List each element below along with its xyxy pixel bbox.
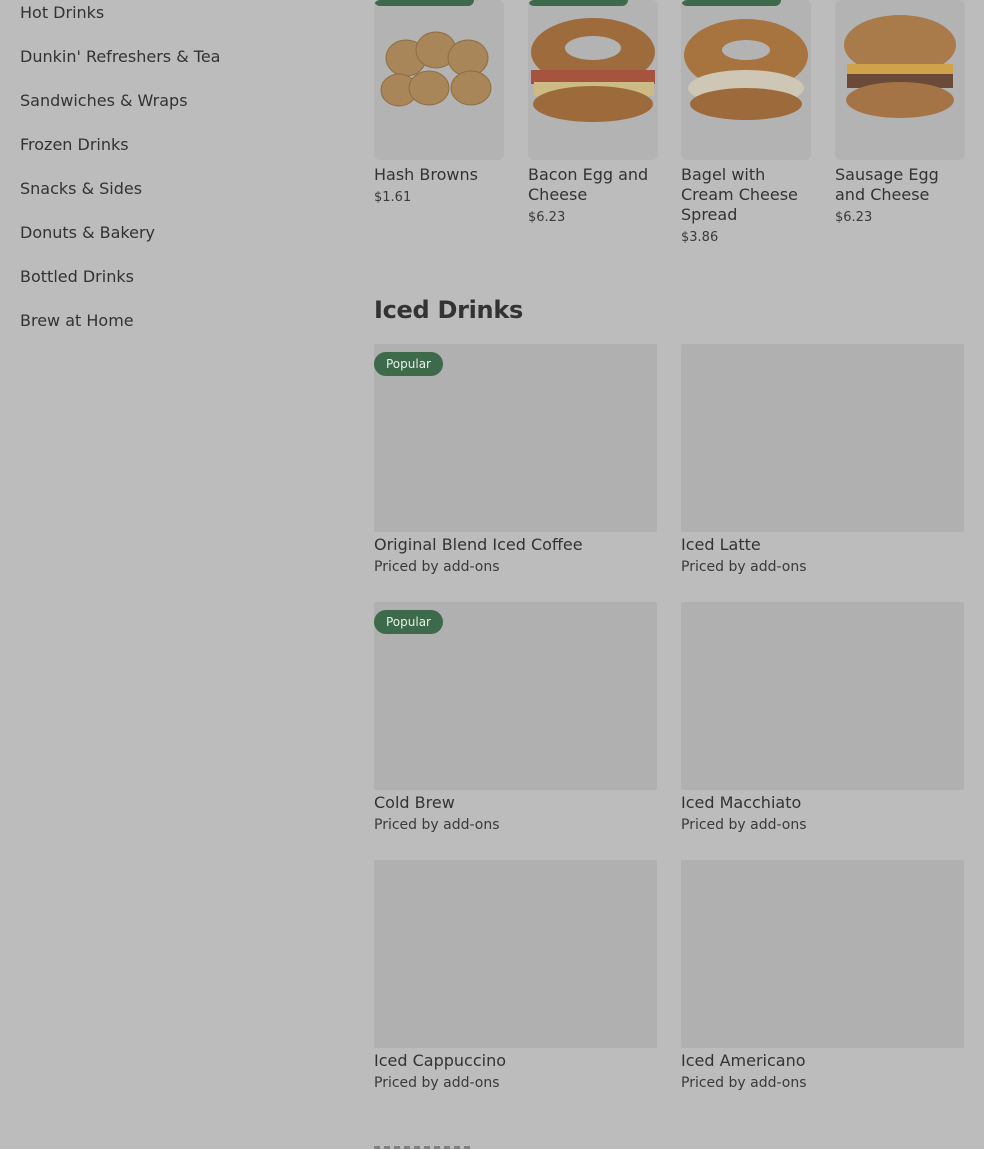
product-name: Hash Browns — [374, 165, 478, 184]
sidebar-item-bottled-drinks[interactable]: Bottled Drinks — [20, 267, 134, 287]
hash-browns-image — [380, 31, 492, 107]
sausage-egg-cheese-image — [844, 15, 956, 118]
bacon-egg-cheese-image — [531, 18, 655, 122]
sidebar-item-hot-drinks[interactable]: Hot Drinks — [20, 3, 104, 23]
popular-badge — [681, 0, 781, 6]
product-price: $1.61 — [374, 190, 412, 205]
menu-page: Hot Drinks Dunkin' Refreshers & Tea Sand… — [0, 0, 984, 1149]
bagel-image — [684, 19, 808, 120]
sidebar-item-sandwiches-wraps[interactable]: Sandwiches & Wraps — [20, 91, 188, 111]
product-price: Priced by add-ons — [374, 1075, 500, 1091]
popular-badge — [374, 0, 474, 6]
product-price: $6.23 — [835, 210, 873, 225]
product-price: Priced by add-ons — [681, 817, 807, 833]
popular-badge: Popular — [374, 352, 443, 376]
product-name: Iced Americano — [681, 1051, 806, 1070]
popular-badge — [528, 0, 628, 6]
product-name: Original Blend Iced Coffee — [374, 535, 583, 554]
product-image — [374, 860, 657, 1048]
product-name: Bacon Egg and Cheese — [528, 165, 649, 204]
product-price: $3.86 — [681, 230, 719, 245]
next-section-title-cutoff — [374, 1140, 474, 1149]
product-image — [681, 602, 964, 790]
product-price: Priced by add-ons — [681, 559, 807, 575]
product-name: Sausage Egg and Cheese — [835, 165, 939, 204]
product-image — [681, 860, 964, 1048]
product-name: Iced Cappuccino — [374, 1051, 506, 1070]
sidebar-item-frozen-drinks[interactable]: Frozen Drinks — [20, 135, 129, 155]
product-image — [681, 344, 964, 532]
product-image — [835, 0, 965, 160]
product-name: Bagel with Cream Cheese Spread — [681, 165, 798, 224]
product-name: Cold Brew — [374, 793, 455, 812]
product-price: $6.23 — [528, 210, 566, 225]
sidebar-item-brew-at-home[interactable]: Brew at Home — [20, 311, 134, 331]
product-name: Iced Latte — [681, 535, 761, 554]
product-image — [528, 0, 658, 160]
product-price: Priced by add-ons — [681, 1075, 807, 1091]
product-price: Priced by add-ons — [374, 817, 500, 833]
sidebar-item-snacks-sides[interactable]: Snacks & Sides — [20, 179, 142, 199]
product-name: Iced Macchiato — [681, 793, 802, 812]
product-image — [374, 0, 504, 160]
product-image — [681, 0, 811, 160]
sidebar-item-donuts-bakery[interactable]: Donuts & Bakery — [20, 223, 155, 243]
popular-badge: Popular — [374, 610, 443, 634]
product-price: Priced by add-ons — [374, 559, 500, 575]
sidebar-item-refreshers-tea[interactable]: Dunkin' Refreshers & Tea — [20, 47, 220, 67]
section-title-iced-drinks: Iced Drinks — [374, 296, 523, 324]
